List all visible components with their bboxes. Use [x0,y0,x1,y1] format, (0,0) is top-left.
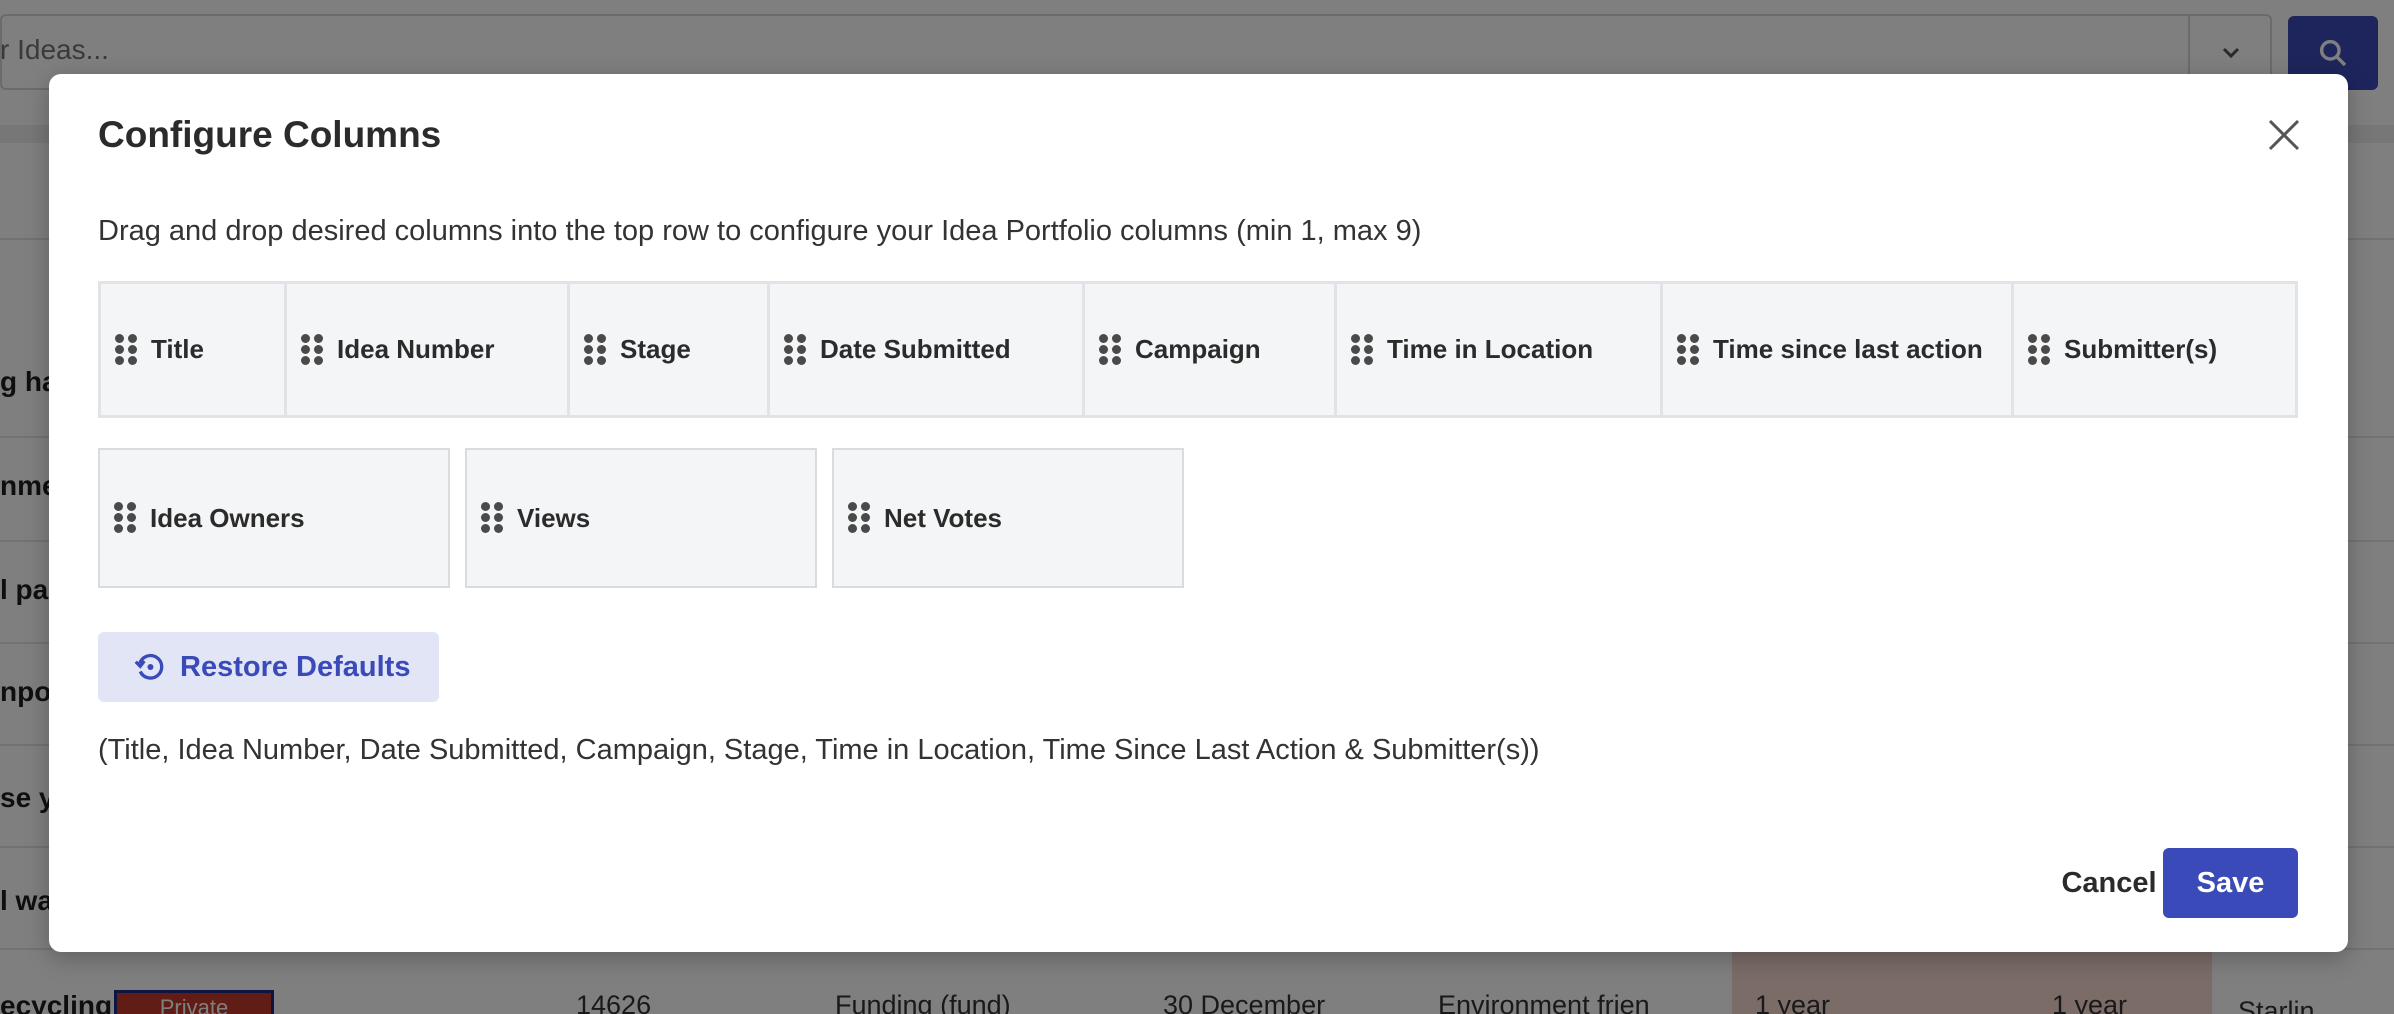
close-icon [2268,119,2300,151]
drag-handle-icon[interactable] [1677,333,1699,366]
drag-handle-icon[interactable] [115,333,137,366]
drag-handle-icon[interactable] [301,333,323,366]
column-chip-idea-owners[interactable]: Idea Owners [98,448,450,588]
column-label: Date Submitted [820,334,1011,364]
drag-handle-icon[interactable] [2028,333,2050,366]
available-columns-row[interactable]: Idea Owners Views Net Votes [98,448,1184,588]
drag-handle-icon[interactable] [114,502,136,534]
column-chip-title[interactable]: Title [101,284,287,415]
column-chip-time-since-last-action[interactable]: Time since last action [1663,284,2014,415]
column-label: Idea Owners [150,502,305,533]
configure-columns-dialog: Configure Columns Drag and drop desired … [49,74,2348,952]
column-chip-idea-number[interactable]: Idea Number [287,284,570,415]
column-label: Stage [620,334,691,364]
column-chip-views[interactable]: Views [465,448,817,588]
column-label: Submitter(s) [2064,334,2218,364]
column-chip-date-submitted[interactable]: Date Submitted [770,284,1085,415]
drag-handle-icon[interactable] [584,333,606,366]
column-label: Idea Number [337,334,495,364]
instructions-text: Drag and drop desired columns into the t… [98,215,1422,247]
column-chip-campaign[interactable]: Campaign [1085,284,1337,415]
column-label: Net Votes [884,502,1002,533]
save-button[interactable]: Save [2163,848,2298,918]
selected-columns-row[interactable]: Title Idea Number Stage Date Submitted C… [98,281,2298,418]
column-label: Campaign [1135,334,1261,364]
drag-handle-icon[interactable] [784,333,806,366]
column-chip-net-votes[interactable]: Net Votes [832,448,1184,588]
column-label: Time since last action [1713,334,1983,364]
column-label: Views [517,502,591,533]
restore-defaults-label: Restore Defaults [180,650,411,683]
column-chip-stage[interactable]: Stage [570,284,770,415]
column-label: Title [151,334,204,364]
drag-handle-icon[interactable] [481,502,503,534]
drag-handle-icon[interactable] [1351,333,1373,366]
dialog-title: Configure Columns [98,114,442,155]
column-chip-submitters[interactable]: Submitter(s) [2014,284,2295,415]
drag-handle-icon[interactable] [848,502,870,534]
drag-handle-icon[interactable] [1099,333,1121,366]
column-label: Time in Location [1387,334,1594,364]
restore-icon [134,653,164,680]
defaults-description: (Title, Idea Number, Date Submitted, Cam… [98,734,1540,766]
column-chip-time-in-location[interactable]: Time in Location [1337,284,1663,415]
close-button[interactable] [2259,110,2309,160]
restore-defaults-button[interactable]: Restore Defaults [98,632,439,702]
